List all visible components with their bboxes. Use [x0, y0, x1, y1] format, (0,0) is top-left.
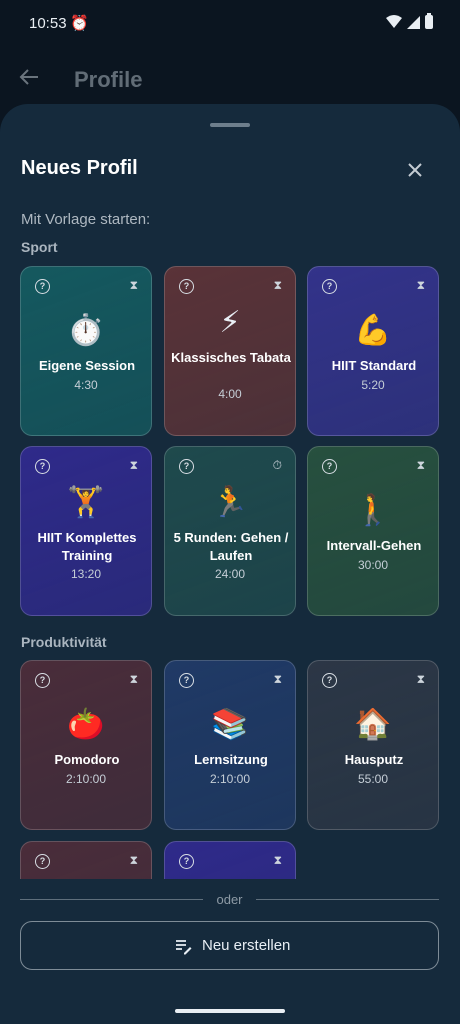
hourglass-icon: ⧗ — [416, 278, 425, 292]
card-emoji-icon: 🏋️ — [67, 486, 105, 519]
card-duration: 55:00 — [357, 772, 389, 786]
card-duration: 24:00 — [214, 567, 246, 581]
template-card[interactable]: ? ⧗ 🏠 Hausputz 55:00 — [307, 660, 439, 830]
card-emoji-icon: 🏠 — [354, 708, 392, 741]
alarm-icon: ⏰ — [70, 15, 89, 32]
hourglass-icon: ⧗ — [273, 853, 282, 867]
close-icon[interactable] — [401, 156, 429, 184]
help-icon[interactable]: ? — [35, 854, 50, 869]
battery-icon — [425, 13, 433, 29]
card-duration: 4:00 — [218, 387, 242, 401]
stopwatch-icon: ⏱ — [272, 458, 282, 472]
hourglass-icon: ⧗ — [273, 672, 282, 686]
help-icon[interactable]: ? — [322, 279, 337, 294]
template-card[interactable]: ? ⧗ ⏱️ Eigene Session 4:30 — [20, 266, 152, 436]
card-title: Intervall-Gehen — [326, 538, 422, 553]
card-title: 5 Runden: Gehen / Laufen — [173, 530, 289, 563]
card-duration: 13:20 — [70, 567, 102, 581]
card-emoji-icon: 💪 — [354, 314, 392, 347]
divider — [256, 899, 439, 900]
help-icon[interactable]: ? — [179, 854, 194, 869]
help-icon[interactable]: ? — [35, 459, 50, 474]
template-card[interactable]: ? ⧗ 💪 HIIT Standard 5:20 — [307, 266, 439, 436]
hourglass-icon: ⧗ — [416, 672, 425, 686]
template-card[interactable]: ? ⧗ 🏋️ HIIT Komplettes Training 13:20 — [20, 446, 152, 616]
card-title: Pomodoro — [54, 752, 120, 767]
create-new-button[interactable]: Neu erstellen — [20, 921, 439, 970]
status-bar: 10:53 ⏰ — [0, 0, 460, 50]
section-header-sport: Sport — [21, 239, 58, 255]
template-card-partial[interactable]: ? ⧗ — [20, 841, 152, 879]
hourglass-icon: ⧗ — [129, 458, 138, 472]
help-icon[interactable]: ? — [322, 673, 337, 688]
help-icon[interactable]: ? — [179, 673, 194, 688]
edit-list-icon — [176, 940, 192, 955]
card-title: Lernsitzung — [194, 752, 268, 767]
card-emoji-icon: 🏃 — [211, 486, 249, 519]
hourglass-icon: ⧗ — [129, 853, 138, 867]
card-title: Klassisches Tabata — [171, 350, 291, 365]
divider — [20, 899, 203, 900]
scroll-clip: ? ⧗ ? ⧗ — [0, 841, 460, 879]
card-emoji-icon: 📚 — [211, 708, 249, 741]
create-new-label: Neu erstellen — [202, 937, 291, 954]
card-title: Hausputz — [344, 752, 404, 767]
card-emoji-icon: ⏱️ — [67, 314, 105, 347]
template-card[interactable]: ? ⧗ 📚 Lernsitzung 2:10:00 — [164, 660, 296, 830]
signal-icon — [407, 15, 420, 29]
drag-handle[interactable] — [210, 123, 250, 127]
template-card[interactable]: ? ⧗ 🍅 Pomodoro 2:10:00 — [20, 660, 152, 830]
status-icons — [386, 13, 433, 29]
card-emoji-icon: 🍅 — [67, 708, 105, 741]
card-title: HIIT Komplettes Training — [37, 530, 137, 563]
hourglass-icon: ⧗ — [416, 458, 425, 472]
card-duration: 5:20 — [361, 378, 385, 392]
help-icon[interactable]: ? — [35, 673, 50, 688]
home-indicator[interactable] — [175, 1009, 285, 1013]
hourglass-icon: ⧗ — [129, 278, 138, 292]
help-icon[interactable]: ? — [35, 279, 50, 294]
help-icon[interactable]: ? — [179, 279, 194, 294]
help-icon[interactable]: ? — [179, 459, 194, 474]
new-profile-sheet: Neues Profil Mit Vorlage starten: Sport … — [0, 104, 460, 1024]
divider-label: oder — [216, 892, 243, 907]
card-duration: 30:00 — [357, 558, 389, 572]
hourglass-icon: ⧗ — [273, 278, 282, 292]
card-duration: 4:30 — [74, 378, 98, 392]
section-header-productivity: Produktivität — [21, 634, 107, 650]
card-emoji-icon: ⚡ — [219, 306, 241, 339]
hourglass-icon: ⧗ — [129, 672, 138, 686]
template-card[interactable]: ? ⏱ 🏃 5 Runden: Gehen / Laufen 24:00 — [164, 446, 296, 616]
card-emoji-icon: 🚶 — [354, 494, 392, 527]
card-title: HIIT Standard — [331, 358, 417, 373]
app-bar: Profile — [0, 58, 460, 102]
template-subtitle: Mit Vorlage starten: — [21, 211, 151, 228]
card-duration: 2:10:00 — [65, 772, 107, 786]
card-title: Eigene Session — [38, 358, 136, 373]
sheet-title: Neues Profil — [21, 157, 138, 179]
status-time: 10:53 — [29, 15, 67, 32]
template-card[interactable]: ? ⧗ 🚶 Intervall-Gehen 30:00 — [307, 446, 439, 616]
back-arrow-icon[interactable] — [18, 66, 40, 88]
template-card[interactable]: ? ⧗ ⚡ Klassisches Tabata 4:00 — [164, 266, 296, 436]
page-title: Profile — [74, 67, 143, 92]
template-card-partial[interactable]: ? ⧗ — [164, 841, 296, 879]
wifi-icon — [386, 15, 402, 28]
help-icon[interactable]: ? — [322, 459, 337, 474]
card-duration: 2:10:00 — [209, 772, 251, 786]
